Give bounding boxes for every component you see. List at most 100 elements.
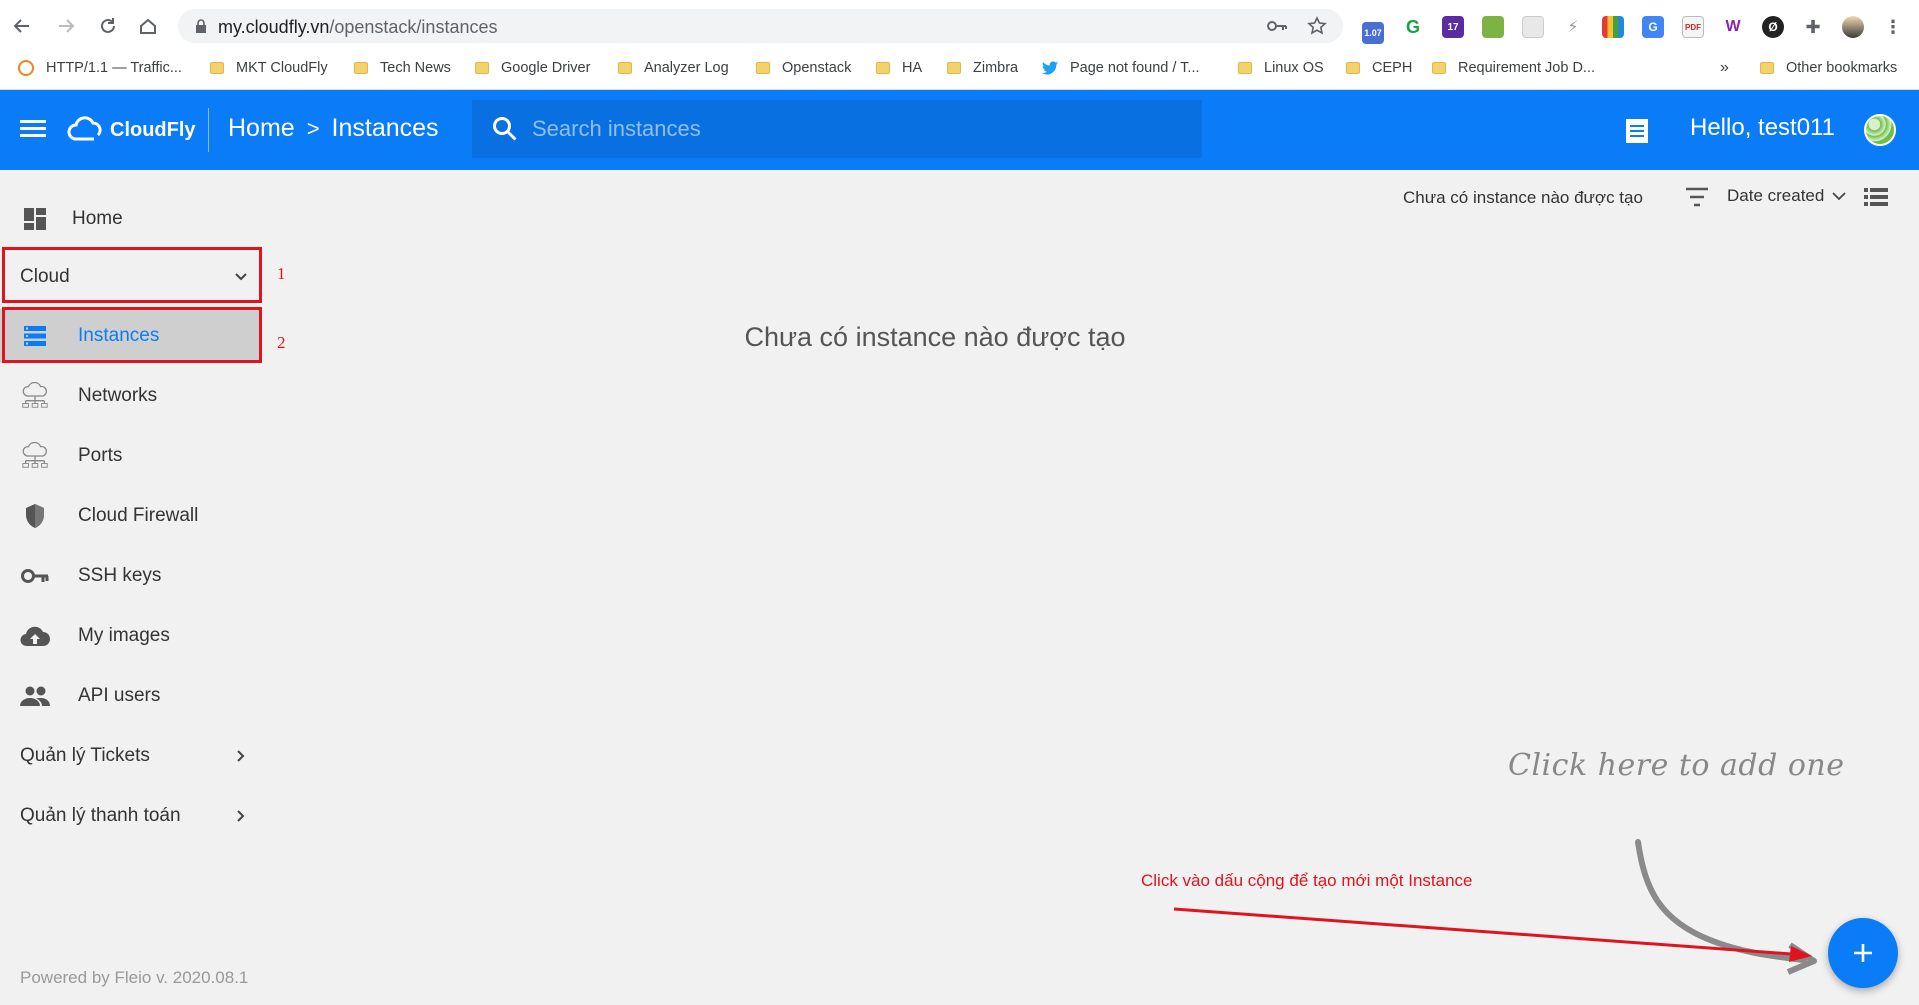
cloudfly-logo[interactable]: CloudFly (66, 114, 196, 146)
chevron-right-icon (237, 750, 245, 762)
bookmark-item[interactable]: Tech News (354, 57, 451, 79)
bookmark-label: Google Driver (501, 60, 591, 76)
folder-icon (354, 62, 368, 74)
reload-button[interactable] (94, 12, 122, 40)
search-icon (493, 117, 517, 141)
sidebar-item-api-users[interactable]: API users (0, 669, 262, 723)
folder-icon (210, 62, 224, 74)
sidebar-group-billing[interactable]: Quản lý thanh toán (0, 789, 262, 843)
folder-icon (876, 62, 890, 74)
speed-extension-icon[interactable]: 1.07 (1362, 22, 1384, 44)
header-divider (208, 108, 209, 152)
bookmark-item[interactable]: HA (876, 57, 922, 79)
sidebar-group-label: Quản lý Tickets (20, 745, 150, 766)
bookmark-item[interactable]: Google Driver (475, 57, 590, 79)
breadcrumb-home[interactable]: Home (228, 114, 295, 143)
sidebar-item-cloud-firewall[interactable]: Cloud Firewall (0, 489, 262, 543)
graduation-extension-icon[interactable]: 17 (1442, 16, 1464, 38)
zoom-extension-icon[interactable]: Ø (1762, 16, 1784, 38)
puzzle-extensions-icon[interactable]: ✚ (1802, 16, 1824, 38)
omnibox[interactable]: my.cloudfly.vn/openstack/instances (178, 9, 1343, 43)
bookmark-item[interactable]: Openstack (756, 57, 851, 79)
annotation-arrows (1173, 839, 1817, 975)
dashboard-icon (20, 204, 50, 234)
bookmark-item[interactable]: Requirement Job D... (1432, 57, 1595, 79)
main-content: Chưa có instance nào được tạo Date creat… (270, 170, 1919, 1005)
filter-icon[interactable] (1684, 186, 1710, 208)
twitter-icon (1042, 61, 1058, 75)
pdf-extension-icon[interactable]: PDF (1682, 16, 1704, 38)
lightning-extension-icon[interactable]: ⚡ (1562, 16, 1584, 38)
status-text: Chưa có instance nào được tạo (1403, 188, 1643, 207)
hint-arrow (1635, 839, 1807, 963)
network-cloud-icon (20, 381, 50, 411)
colorpicker-extension-icon[interactable] (1602, 16, 1624, 38)
folder-icon (756, 62, 770, 74)
bookmark-star-icon[interactable] (1306, 15, 1328, 37)
overflow-label: » (1720, 59, 1729, 76)
sidebar-item-home[interactable]: Home (0, 192, 262, 246)
profile-avatar-icon[interactable] (1842, 16, 1864, 38)
cloud-logo-icon (67, 116, 102, 141)
sidebar-item-networks[interactable]: Networks (0, 369, 262, 423)
bookmark-label: HTTP/1.1 — Traffic... (46, 60, 182, 76)
sidebar-item-label: My images (78, 625, 170, 646)
hamburger-menu-button[interactable] (20, 116, 50, 142)
back-button[interactable] (8, 12, 36, 40)
bookmark-item[interactable]: CEPH (1346, 57, 1412, 79)
forward-button[interactable] (52, 12, 80, 40)
grammarly-extension-icon[interactable]: G (1402, 16, 1424, 38)
lock-icon[interactable] (190, 15, 212, 37)
wappalyzer-extension-icon[interactable]: W (1722, 16, 1744, 38)
notes-icon[interactable] (1624, 117, 1650, 145)
bookmark-label: MKT CloudFly (236, 60, 328, 76)
bookmark-label: Page not found / T... (1070, 60, 1200, 76)
forward-arrow-icon (59, 19, 75, 33)
bookmark-item[interactable]: Analyzer Log (618, 57, 729, 79)
sort-label: Date created (1727, 186, 1825, 205)
chevron-right-icon (237, 810, 245, 822)
user-greeting[interactable]: Hello, test011 (1690, 114, 1835, 142)
bookmarks-overflow-button[interactable]: » (1720, 57, 1729, 79)
bookmark-label: Requirement Job D... (1458, 60, 1596, 76)
bookmark-item[interactable]: HTTP/1.1 — Traffic... (18, 57, 182, 79)
sidebar-item-my-images[interactable]: My images (0, 609, 262, 663)
sidebar-group-tickets[interactable]: Quản lý Tickets (0, 729, 262, 783)
list-view-icon[interactable] (1864, 186, 1888, 208)
folder-icon (1346, 62, 1360, 74)
other-bookmarks-label: Other bookmarks (1786, 60, 1898, 76)
search-input[interactable] (532, 110, 1182, 148)
avatar[interactable] (1864, 114, 1896, 146)
sidebar-item-ports[interactable]: Ports (0, 429, 262, 483)
shield-icon (20, 501, 50, 531)
parrot-extension-icon[interactable] (1482, 16, 1504, 38)
home-button[interactable] (134, 12, 162, 40)
bookmark-item[interactable]: Linux OS (1238, 57, 1324, 79)
other-bookmarks-button[interactable]: Other bookmarks (1760, 57, 1897, 79)
ext-badge-1: 1.07 (1364, 28, 1382, 38)
breadcrumb: Home > Instances (228, 114, 439, 143)
instruction-arrowhead (1789, 946, 1812, 962)
home-icon (140, 18, 156, 34)
folder-icon (1238, 62, 1252, 74)
translate-extension-icon[interactable]: G (1642, 16, 1664, 38)
tabs-extension-icon[interactable] (1522, 16, 1544, 38)
sidebar-item-ssh-keys[interactable]: SSH keys (0, 549, 262, 603)
sidebar-item-label: Ports (78, 445, 123, 466)
app-header: CloudFly Home > Instances Hello, test011 (0, 90, 1919, 170)
url-host: my.cloudfly.vn (218, 17, 330, 37)
sidebar-item-label: Cloud Firewall (78, 505, 199, 526)
sort-select[interactable]: Date created (1727, 186, 1846, 206)
bookmark-item[interactable]: Zimbra (947, 57, 1018, 79)
bookmark-item[interactable]: MKT CloudFly (210, 57, 328, 79)
breadcrumb-current: Instances (331, 114, 439, 142)
add-hint-text: Click here to add one (1508, 748, 1845, 783)
users-icon (20, 681, 50, 711)
add-instance-button[interactable] (1828, 918, 1898, 988)
browser-menu-icon[interactable]: ⋮ (1882, 16, 1904, 38)
bookmark-item[interactable]: Page not found / T... (1042, 57, 1200, 79)
bookmark-label: Analyzer Log (644, 60, 729, 76)
bookmark-label: Zimbra (973, 60, 1019, 76)
password-key-icon[interactable] (1266, 15, 1288, 37)
reload-icon (101, 18, 115, 33)
